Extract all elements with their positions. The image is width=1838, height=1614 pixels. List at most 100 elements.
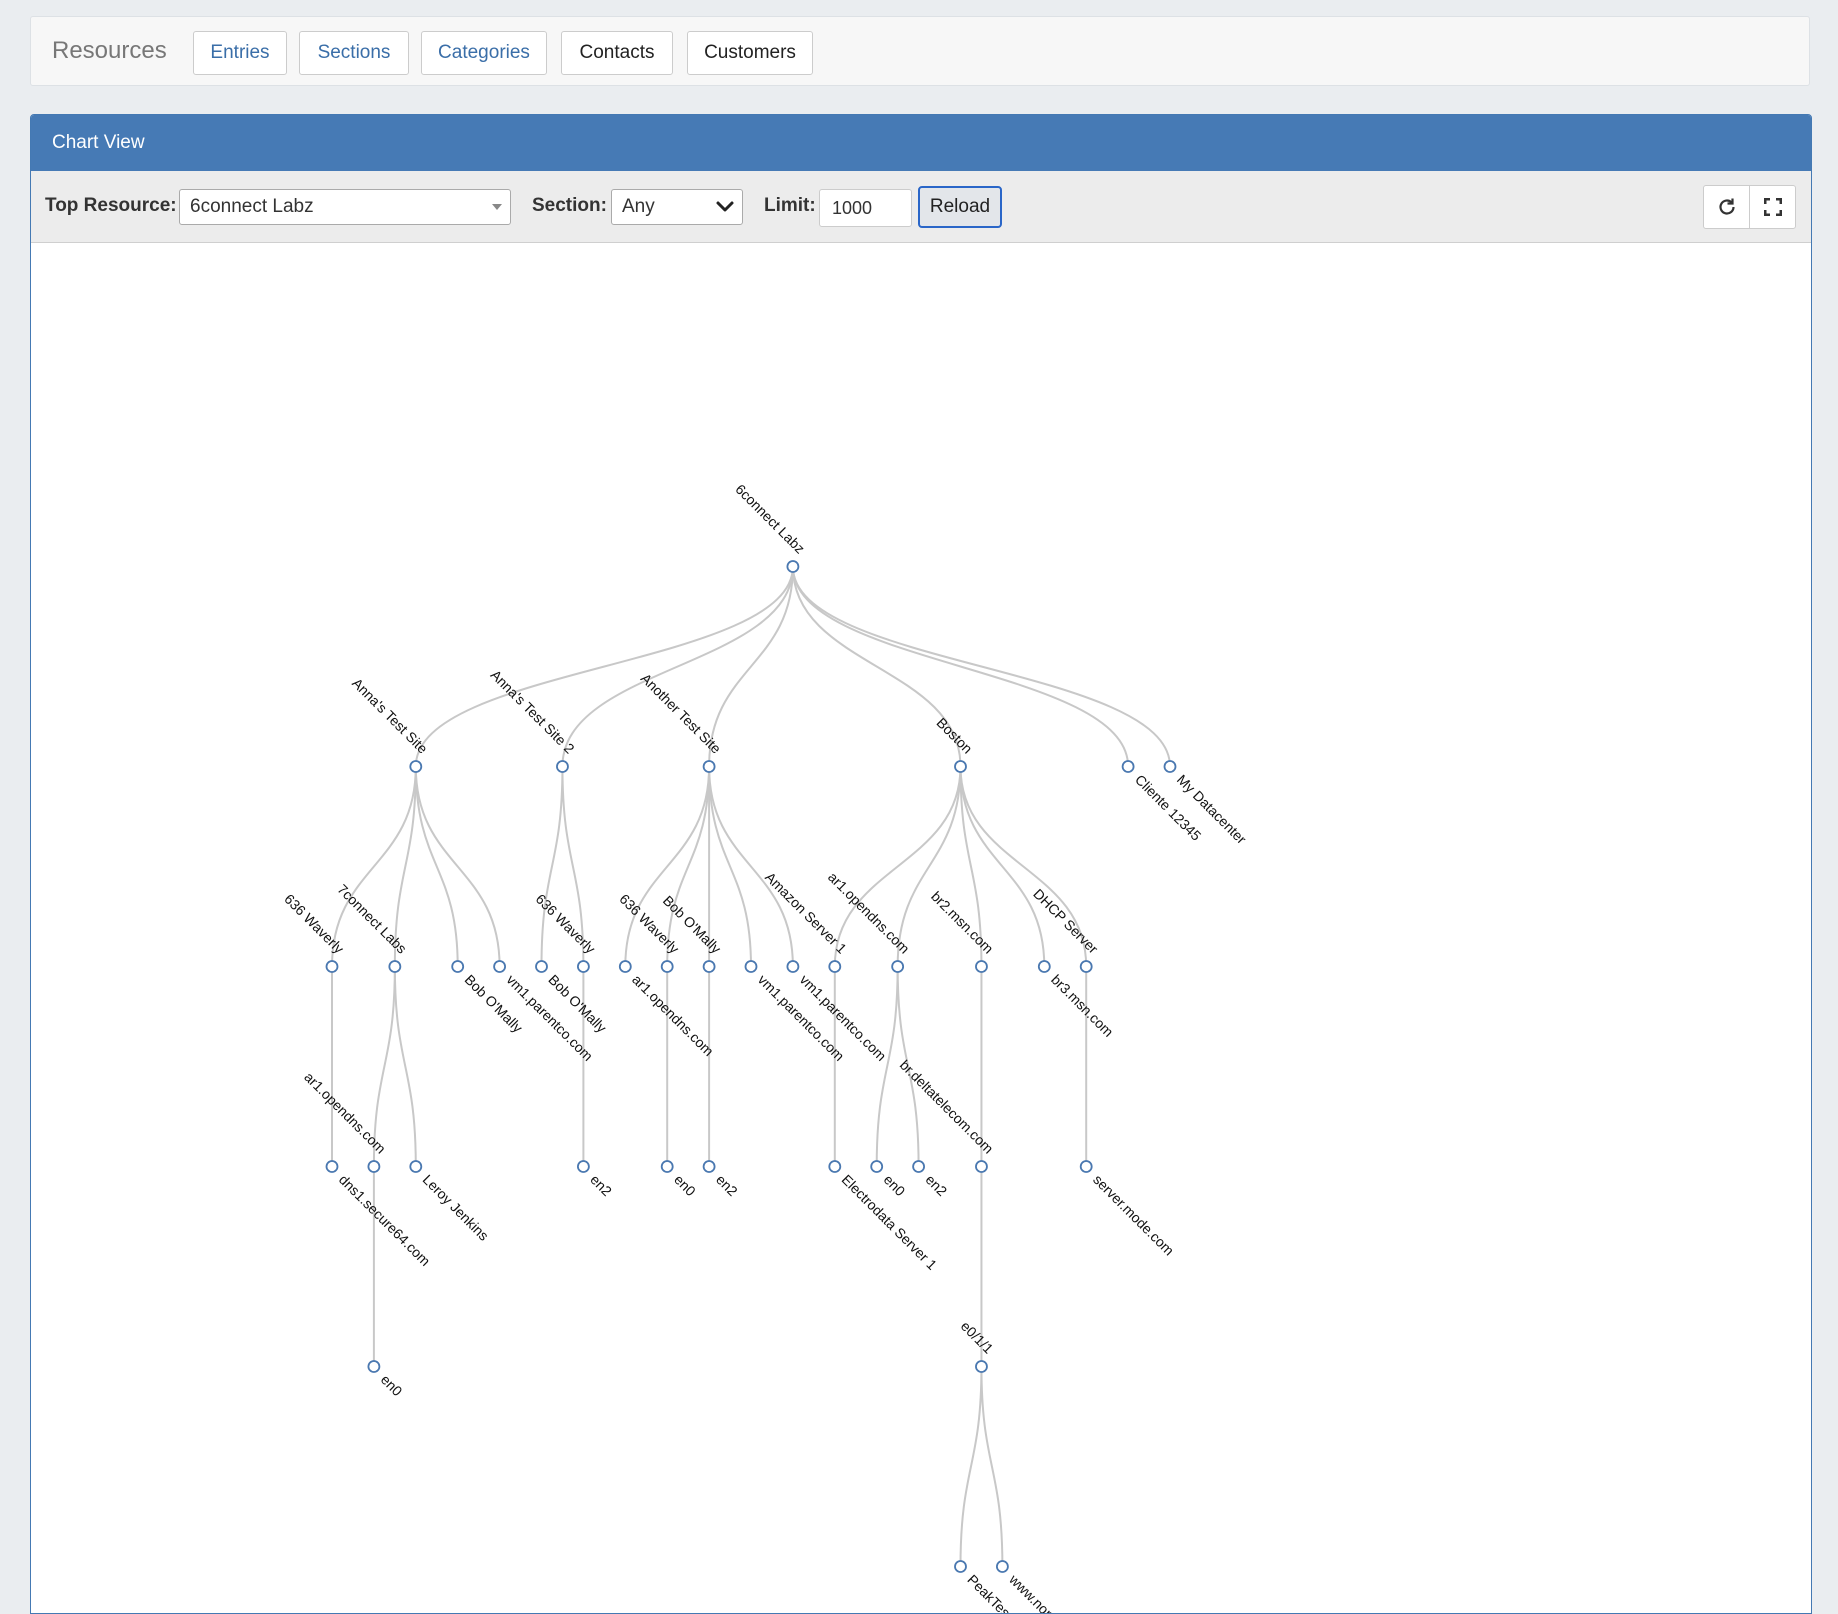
tree-node-circle[interactable] xyxy=(367,1160,381,1173)
tree-node[interactable]: ar1.opendns.com xyxy=(825,869,913,973)
tree-node-circle[interactable] xyxy=(535,960,548,973)
tree-node-circle[interactable] xyxy=(409,1160,423,1173)
tree-node-label: dns1.secure64.com xyxy=(336,1171,434,1269)
tree-node-label: Another Test Site xyxy=(638,670,725,757)
tree-edge xyxy=(331,766,417,967)
tree-node-label: en2 xyxy=(713,1171,741,1199)
tree-edge xyxy=(393,966,417,1167)
tree-node-label: e0/1/1 xyxy=(958,1318,997,1357)
section-select[interactable]: Any xyxy=(611,189,743,225)
tree-node-circle[interactable] xyxy=(891,960,905,973)
tree-node[interactable]: en0 xyxy=(870,1160,909,1199)
resource-tree-chart: 6connect Labz Anna's Test Site 636 Waverly… xyxy=(281,481,1250,1614)
tree-node[interactable]: Another Test Site xyxy=(638,670,725,773)
tree-node-circle[interactable] xyxy=(493,960,507,973)
tree-node-circle[interactable] xyxy=(744,960,758,973)
tree-node[interactable]: en2 xyxy=(577,1160,615,1199)
section-value: Any xyxy=(622,196,655,217)
tree-node-circle[interactable] xyxy=(828,1160,842,1173)
tree-node[interactable]: DHCP Server xyxy=(1030,886,1102,973)
tree-node[interactable]: br3.msn.com xyxy=(1037,960,1117,1040)
tree-node-circle[interactable] xyxy=(870,1160,884,1173)
nav-contacts-button[interactable]: Contacts xyxy=(561,31,673,75)
tree-node-circle[interactable] xyxy=(975,1160,988,1173)
tree-node-label: en2 xyxy=(587,1171,615,1199)
dropdown-caret-icon xyxy=(492,204,502,210)
tree-node[interactable]: br2.msn.com xyxy=(928,888,997,973)
tree-node-label: br2.msn.com xyxy=(928,888,997,957)
tree-node-label: en0 xyxy=(378,1371,406,1399)
nav-customers-button[interactable]: Customers xyxy=(687,31,813,75)
refresh-icon xyxy=(1718,198,1735,215)
resources-title: Resources xyxy=(52,37,167,64)
tree-node-circle[interactable] xyxy=(660,1160,674,1173)
tree-edge xyxy=(875,966,899,1167)
tree-nodes: 6connect Labz Anna's Test Site 636 Waverly… xyxy=(281,481,1250,1614)
nav-entries-button[interactable]: Entries xyxy=(193,31,287,75)
tree-node[interactable]: e0/1/1 xyxy=(958,1318,997,1373)
tree-node-circle[interactable] xyxy=(1079,960,1093,973)
tree-node-circle[interactable] xyxy=(451,960,465,973)
nav-sections-button[interactable]: Sections xyxy=(299,31,409,75)
tree-node-circle[interactable] xyxy=(660,960,674,973)
tree-edge xyxy=(708,766,794,967)
tree-node[interactable]: Anna's Test Site xyxy=(349,675,431,773)
section-label: Section: xyxy=(532,195,607,216)
tree-node-circle[interactable] xyxy=(1037,960,1051,973)
tree-node-circle[interactable] xyxy=(702,1160,716,1173)
tree-node[interactable]: Leroy Jenkins xyxy=(409,1160,492,1244)
tree-node-label: DHCP Server xyxy=(1030,886,1101,957)
nav-categories-button[interactable]: Categories xyxy=(421,31,547,75)
tree-node[interactable]: 7connect Labs xyxy=(334,881,410,973)
tree-node-circle[interactable] xyxy=(388,960,402,973)
top-resource-select[interactable]: 6connect Labz xyxy=(179,189,511,225)
tree-node[interactable]: en0 xyxy=(660,1160,699,1199)
tree-node-circle[interactable] xyxy=(1079,1160,1093,1173)
tree-node-circle[interactable] xyxy=(556,760,569,773)
tree-edge xyxy=(980,1366,1004,1567)
fullscreen-icon xyxy=(1763,198,1782,216)
tree-node-circle[interactable] xyxy=(325,960,339,973)
tree-node-circle[interactable] xyxy=(996,1560,1009,1573)
tree-node-circle[interactable] xyxy=(618,960,632,973)
tree-node[interactable]: www.nominet.com xyxy=(996,1560,1098,1614)
tree-node[interactable]: en2 xyxy=(702,1160,741,1199)
tree-edge xyxy=(561,566,794,767)
tree-node[interactable]: ar1.opendns.com xyxy=(618,960,717,1059)
tree-node[interactable]: server.mode.com xyxy=(1079,1160,1178,1259)
tree-node[interactable]: 636 Waverly xyxy=(281,891,347,973)
tree-node-label: ar1.opendns.com xyxy=(629,971,717,1059)
tree-node-circle[interactable] xyxy=(1163,760,1177,773)
tree-node-label: en2 xyxy=(922,1171,950,1199)
tree-node[interactable]: en2 xyxy=(912,1160,950,1199)
tree-node-circle[interactable] xyxy=(912,1160,925,1173)
tree-node-circle[interactable] xyxy=(954,1560,967,1573)
fullscreen-button[interactable] xyxy=(1749,185,1796,229)
tree-node-circle[interactable] xyxy=(954,760,967,773)
tree-node-circle[interactable] xyxy=(828,960,842,973)
tree-node-circle[interactable] xyxy=(367,1360,381,1373)
tree-node-circle[interactable] xyxy=(1121,760,1135,773)
tree-node-circle[interactable] xyxy=(975,960,988,973)
tree-edge xyxy=(791,566,1171,767)
tree-node-circle[interactable] xyxy=(702,760,716,773)
tree-node-circle[interactable] xyxy=(409,760,423,773)
refresh-button[interactable] xyxy=(1703,185,1750,229)
limit-input[interactable] xyxy=(819,189,912,227)
tree-node-circle[interactable] xyxy=(975,1360,988,1373)
tree-node[interactable]: dns1.secure64.com xyxy=(325,1160,434,1269)
tree-node[interactable]: Cliente 12345 xyxy=(1121,760,1205,844)
tree-node-circle[interactable] xyxy=(577,960,590,973)
tree-edge xyxy=(414,566,794,767)
tree-node-circle[interactable] xyxy=(325,1160,339,1173)
reload-button[interactable]: Reload xyxy=(918,186,1002,228)
tree-node[interactable]: 6connect Labz xyxy=(732,481,808,573)
tree-node-label: Anna's Test Site xyxy=(349,675,431,757)
tree-node-circle[interactable] xyxy=(786,560,800,573)
tree-node-circle[interactable] xyxy=(702,960,716,973)
tree-node[interactable]: en0 xyxy=(367,1360,406,1399)
chart-view-panel: Chart View Top Resource: 6connect Labz S… xyxy=(30,114,1812,1614)
tree-node-circle[interactable] xyxy=(577,1160,590,1173)
tree-node-circle[interactable] xyxy=(786,960,800,973)
tree-node[interactable]: Boston xyxy=(934,714,976,773)
